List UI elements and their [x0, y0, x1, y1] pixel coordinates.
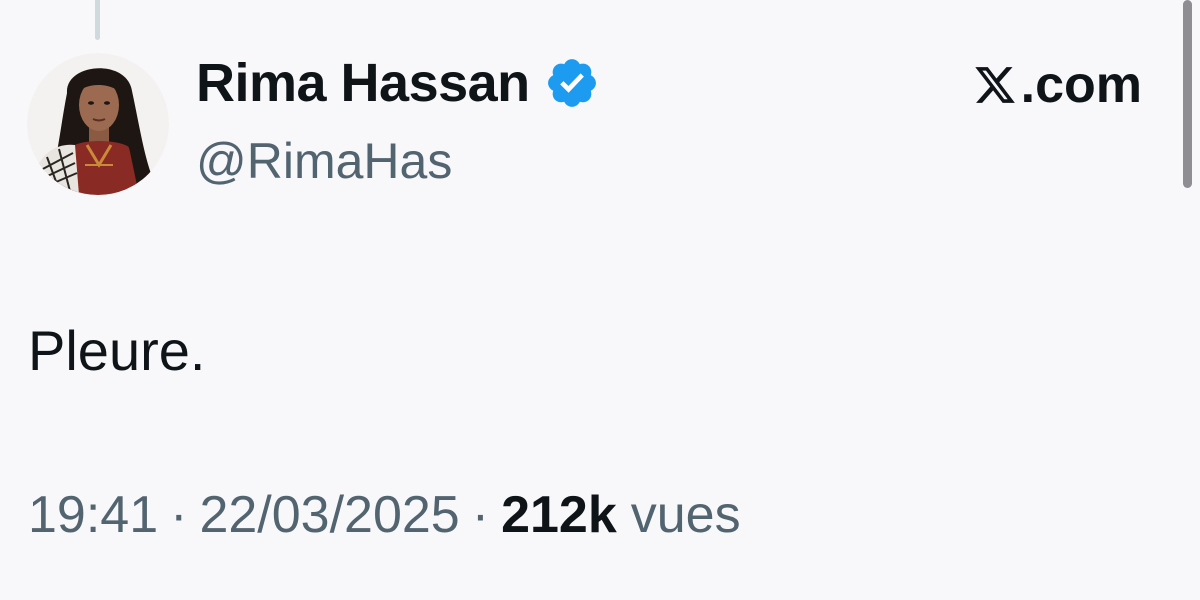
x-logo-icon: [973, 63, 1017, 107]
separator-dot: ·: [170, 486, 188, 544]
views-label: vues: [630, 486, 741, 544]
x-com-link[interactable]: .com: [973, 56, 1142, 114]
avatar-photo: [27, 53, 169, 195]
site-domain-text: .com: [1020, 56, 1142, 114]
tweet-date[interactable]: 22/03/2025: [199, 485, 459, 545]
tweet-text: Pleure.: [28, 319, 206, 382]
views-count: 212k: [501, 486, 617, 544]
avatar[interactable]: [27, 53, 169, 195]
author-display-name[interactable]: Rima Hassan: [196, 52, 530, 114]
scrollbar-thumb[interactable]: [1183, 0, 1192, 188]
thread-connector-line: [95, 0, 100, 40]
tweet-time[interactable]: 19:41: [28, 485, 158, 545]
author-name-row: Rima Hassan: [196, 50, 600, 116]
author-handle[interactable]: @RimaHas: [196, 132, 452, 190]
verified-badge-icon: [544, 55, 600, 111]
separator-dot: ·: [471, 486, 490, 544]
tweet-metadata: 19:41 · 22/03/2025 · 212k vues: [28, 485, 741, 545]
tweet-card: Rima Hassan @RimaHas .com Pleure. 19:41 …: [0, 0, 1200, 600]
